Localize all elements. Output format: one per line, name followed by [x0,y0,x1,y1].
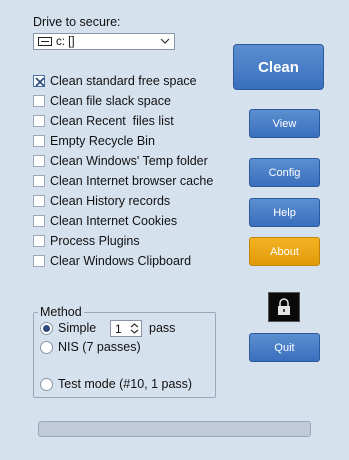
method-nis[interactable]: NIS (7 passes) [40,339,141,355]
view-button[interactable]: View [249,109,320,138]
option-recycle-bin[interactable]: Empty Recycle Bin [33,133,155,149]
checkbox[interactable] [33,235,45,247]
about-button[interactable]: About [249,237,320,266]
passes-value: 1 [115,321,122,336]
option-label: Clean Recent files list [50,114,174,128]
config-button[interactable]: Config [249,158,320,187]
lock-icon [268,292,300,322]
option-label: Clean Windows' Temp folder [50,154,208,168]
checkbox[interactable] [33,95,45,107]
option-windows-temp[interactable]: Clean Windows' Temp folder [33,153,208,169]
chevron-down-icon [160,38,170,44]
simple-label: Simple [58,321,97,335]
checkbox[interactable] [33,135,45,147]
pass-label: pass [149,321,176,335]
checkbox[interactable] [33,195,45,207]
progress-bar [38,421,311,437]
method-simple[interactable]: Simple [40,320,96,336]
check-icon [35,77,45,87]
checkbox[interactable] [33,215,45,227]
option-label: Clean standard free space [50,74,197,88]
drive-icon [38,37,52,46]
nis-label: NIS (7 passes) [58,340,141,354]
option-browser-cache[interactable]: Clean Internet browser cache [33,173,213,189]
passes-stepper[interactable]: 1 [110,320,142,337]
option-label: Clean file slack space [50,94,171,108]
option-label: Clear Windows Clipboard [50,254,192,268]
option-recent-files[interactable]: Clean Recent files list [33,113,174,129]
checkbox[interactable] [33,175,45,187]
radio-nis[interactable] [40,340,53,354]
clean-button[interactable]: Clean [233,44,324,90]
checkbox[interactable] [33,75,45,87]
radio-simple[interactable] [40,321,53,335]
option-label: Empty Recycle Bin [50,134,155,148]
quit-button[interactable]: Quit [249,333,320,362]
option-file-slack[interactable]: Clean file slack space [33,93,171,109]
drive-label: Drive to secure: [33,15,121,29]
option-history-records[interactable]: Clean History records [33,193,170,209]
radio-test[interactable] [40,377,53,391]
checkbox[interactable] [33,255,45,267]
option-label: Process Plugins [50,234,140,248]
drive-select[interactable]: c: [] [33,33,175,50]
option-label: Clean History records [50,194,171,208]
method-legend: Method [38,305,84,319]
option-process-plugins[interactable]: Process Plugins [33,233,140,249]
option-standard-free-space[interactable]: Clean standard free space [33,73,197,89]
option-label: Clean Internet Cookies [50,214,178,228]
method-test[interactable]: Test mode (#10, 1 pass) [40,376,192,392]
checkbox[interactable] [33,155,45,167]
test-label: Test mode (#10, 1 pass) [58,377,193,391]
option-label: Clean Internet browser cache [50,174,214,188]
option-internet-cookies[interactable]: Clean Internet Cookies [33,213,177,229]
drive-select-value: c: [] [56,35,75,48]
spin-arrows-icon[interactable] [130,322,139,335]
option-clear-clipboard[interactable]: Clear Windows Clipboard [33,253,191,269]
help-button[interactable]: Help [249,198,320,227]
checkbox[interactable] [33,115,45,127]
